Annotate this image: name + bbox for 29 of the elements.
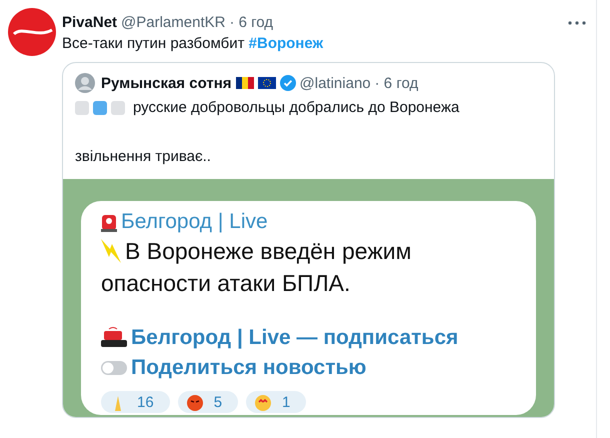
author-handle[interactable]: @latiniano [300,74,371,92]
love-emoji-icon [254,393,272,411]
author-name[interactable]: PivaNet [62,14,118,31]
reaction-chip[interactable]: 16 [101,391,170,413]
quote-text: русские добровольцы добрались до Воронежа [133,99,460,116]
eu-flag-icon [258,77,276,89]
reaction-chip[interactable]: 1 [246,391,306,413]
hashtag-link[interactable]: #Воронеж [248,35,324,52]
subscribe-link[interactable]: Белгород | Live — подписаться [131,323,458,353]
author-name[interactable]: Румынская сотня [101,74,232,92]
reaction-chip[interactable]: 5 [178,391,238,413]
angry-emoji-icon [186,393,204,411]
quoted-tweet-card[interactable] [62,62,555,418]
tweet-time[interactable]: · 6 год [229,14,274,31]
author-handle[interactable]: @ParlamentKR [121,14,226,31]
tweet-time[interactable]: · 6 год [374,74,418,92]
toggle-icon [101,361,127,375]
message-text: опасности атаки БПЛА. [101,269,350,298]
channel-name[interactable]: Белгород | Live [121,209,268,235]
more-icon[interactable] [568,20,586,24]
share-link[interactable]: Поделиться новостью [131,353,366,383]
tweet-text: Все-таки путин разбомбит #Воронеж [62,35,324,52]
lightning-icon [101,239,121,263]
flag-icon [236,77,254,89]
message-text: В Воронеже введён режим [125,237,412,266]
quote-text: звільнення триває.. [75,148,212,165]
logo-avatar-icon [8,8,56,56]
siren-icon [101,212,117,232]
avatar-icon [75,73,95,93]
